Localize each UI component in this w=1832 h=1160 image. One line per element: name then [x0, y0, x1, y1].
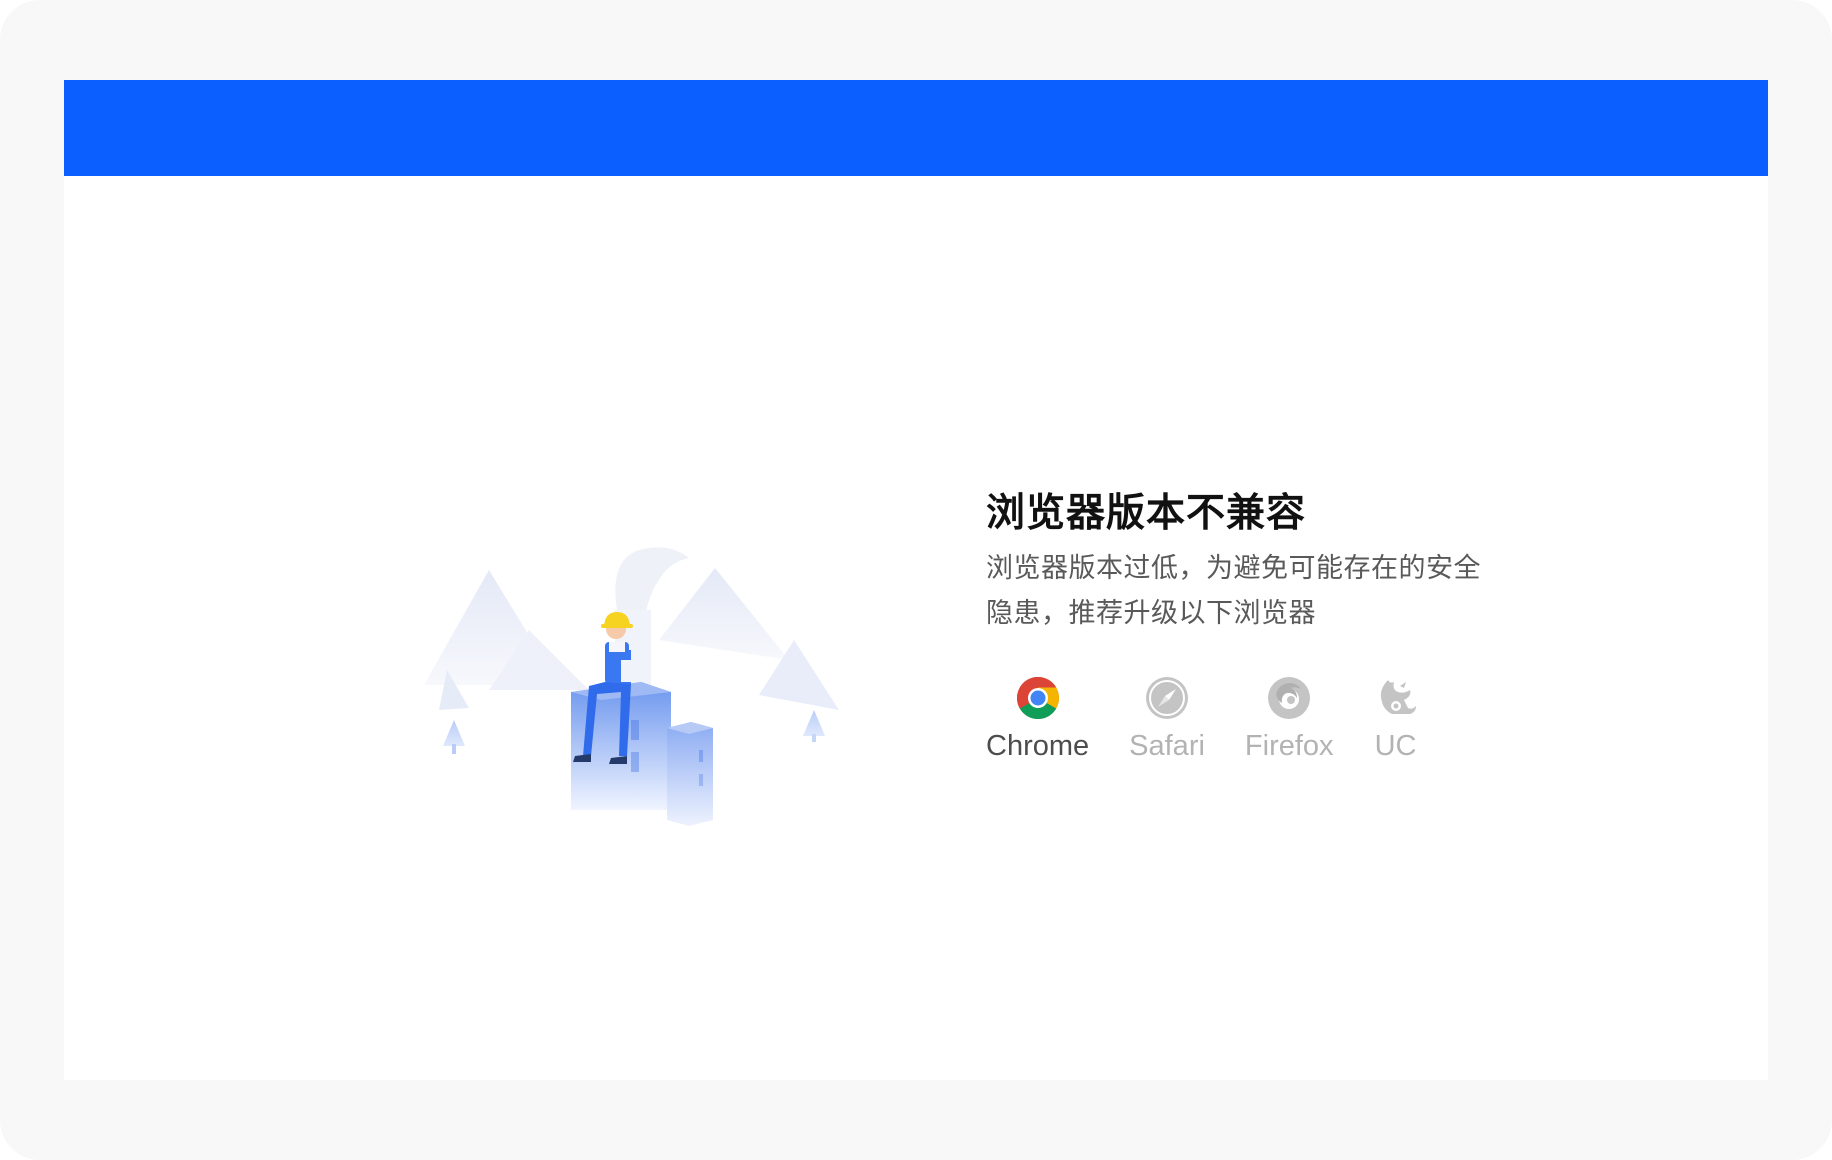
safari-icon — [1145, 676, 1189, 720]
chrome-icon — [1016, 676, 1060, 720]
browser-label-uc: UC — [1374, 730, 1417, 762]
worker-on-building-illustration — [369, 470, 849, 850]
browser-option-firefox[interactable]: Firefox — [1245, 676, 1334, 764]
browser-option-safari[interactable]: Safari — [1129, 676, 1205, 764]
header-bar — [64, 80, 1768, 176]
uc-icon — [1374, 676, 1418, 720]
page-title: 浏览器版本不兼容 — [986, 491, 1307, 536]
page-description: 浏览器版本过低，为避免可能存在的安全隐患，推荐升级以下浏览器 — [986, 553, 1481, 629]
browser-option-uc[interactable]: UC — [1374, 676, 1418, 764]
browser-option-chrome[interactable]: Chrome — [986, 676, 1089, 764]
browser-list: Chrome Safari Firefox UC — [986, 676, 1606, 764]
firefox-icon — [1267, 676, 1311, 720]
device-frame: 浏览器版本不兼容 浏览器版本过低，为避免可能存在的安全隐患，推荐升级以下浏览器 — [0, 0, 1832, 1160]
browser-window: 浏览器版本不兼容 浏览器版本过低，为避免可能存在的安全隐患，推荐升级以下浏览器 — [64, 80, 1768, 1080]
incompatible-browser-message: 浏览器版本不兼容 浏览器版本过低，为避免可能存在的安全隐患，推荐升级以下浏览器 — [986, 488, 1606, 764]
browser-label-firefox: Firefox — [1244, 730, 1334, 762]
browser-label-safari: Safari — [1129, 730, 1205, 762]
browser-label-chrome: Chrome — [986, 730, 1090, 762]
